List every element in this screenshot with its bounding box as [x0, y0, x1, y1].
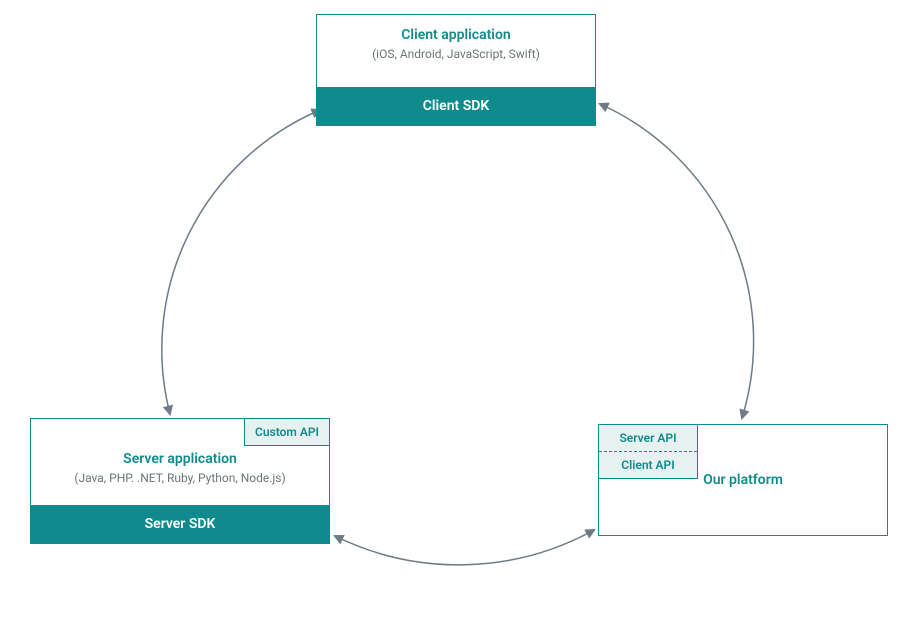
platform-title: Our platform — [599, 472, 887, 488]
client-sdk-band: Client SDK — [317, 87, 595, 125]
server-subtitle: (Java, PHP. .NET, Ruby, Python, Node.js) — [31, 471, 329, 485]
client-title: Client application — [317, 27, 595, 43]
custom-api-tag: Custom API — [244, 418, 330, 446]
arc-client-server — [162, 110, 320, 414]
arc-client-platform — [600, 104, 754, 418]
platform-box: Server API Client API Our platform — [598, 424, 888, 536]
client-subtitle: (iOS, Android, JavaScript, Swift) — [317, 47, 595, 61]
arc-server-platform — [335, 530, 594, 565]
server-api-tag: Server API — [599, 425, 697, 451]
server-sdk-band: Server SDK — [31, 505, 329, 543]
diagram-canvas: Client application (iOS, Android, JavaSc… — [0, 0, 912, 642]
api-stack: Server API Client API — [598, 424, 698, 479]
client-application-box: Client application (iOS, Android, JavaSc… — [316, 14, 596, 126]
server-title: Server application — [31, 451, 329, 467]
server-application-box: Custom API Server application (Java, PHP… — [30, 418, 330, 544]
